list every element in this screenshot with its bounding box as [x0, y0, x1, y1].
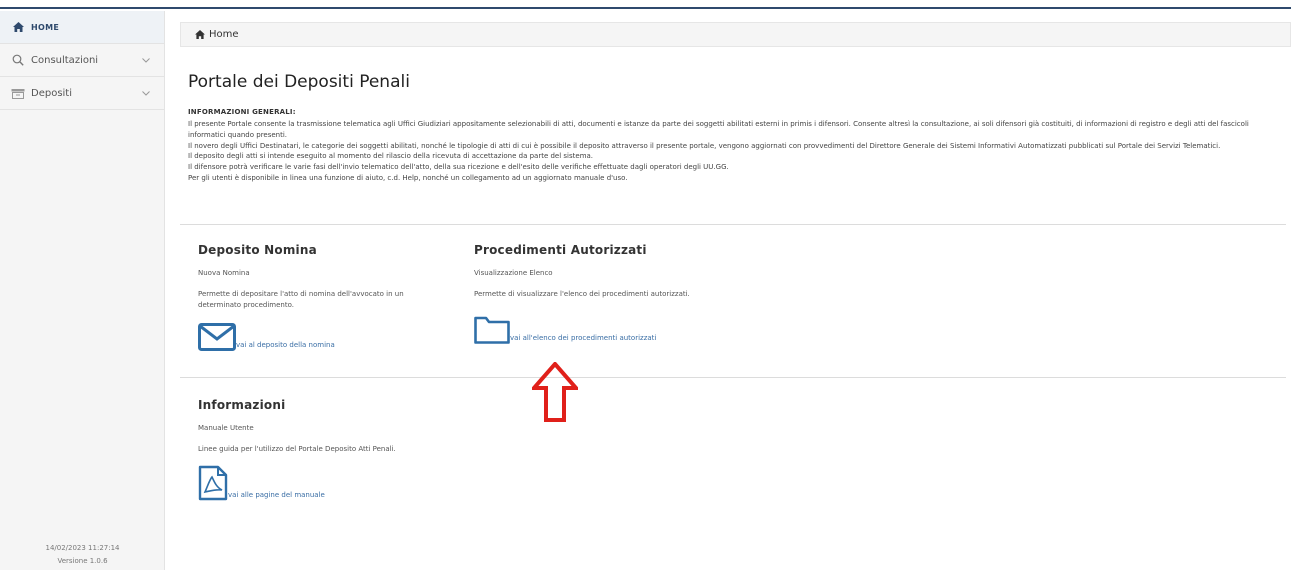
- sidebar-item-label: HOME: [31, 22, 60, 32]
- footer-version: Versione 1.0.6: [57, 557, 108, 565]
- card-description: Permette di depositare l'atto di nomina …: [198, 290, 404, 309]
- search-icon: [10, 54, 26, 66]
- card-description: Linee guida per l'utilizzo del Portale D…: [198, 445, 396, 453]
- archive-icon: [10, 88, 26, 99]
- card-subtitle: Visualizzazione Elenco: [474, 269, 553, 277]
- envelope-icon[interactable]: [198, 323, 236, 351]
- home-icon: [10, 22, 26, 32]
- folder-icon[interactable]: [474, 314, 510, 344]
- footer-timestamp: 14/02/2023 11:27:14: [45, 544, 120, 552]
- card-title: Procedimenti Autorizzati: [474, 243, 647, 257]
- card-procedimenti-autorizzati: Procedimenti Autorizzati Visualizzazione…: [474, 243, 794, 344]
- intro-paragraph: Il deposito degli atti si intende esegui…: [188, 152, 594, 161]
- card-informazioni: Informazioni Manuale Utente Linee guida …: [198, 398, 498, 501]
- sidebar-item-depositi[interactable]: Depositi: [0, 77, 164, 110]
- pdf-icon[interactable]: [198, 465, 228, 501]
- sidebar-item-home[interactable]: HOME: [0, 11, 164, 44]
- card-title: Informazioni: [198, 398, 286, 412]
- chevron-down-icon[interactable]: [140, 90, 152, 96]
- intro-paragraph: Il presente Portale consente la trasmiss…: [188, 120, 1249, 139]
- main-content: Portale dei Depositi Penali INFORMAZIONI…: [188, 72, 1288, 184]
- card-subtitle: Nuova Nomina: [198, 269, 250, 277]
- chevron-down-icon[interactable]: [140, 57, 152, 63]
- procedimenti-link[interactable]: vai all'elenco dei procedimenti autorizz…: [510, 334, 656, 342]
- sidebar: HOME Consultazioni Depositi 14/02/2023 1…: [0, 11, 165, 570]
- sidebar-item-label: Depositi: [31, 87, 73, 99]
- manuale-link-row[interactable]: vai alle pagine del manuale: [198, 465, 498, 501]
- intro-paragraph: Il difensore potrà verificare le varie f…: [188, 163, 729, 172]
- deposito-nomina-link-row[interactable]: vai al deposito della nomina: [198, 323, 448, 351]
- card-description: Permette di visualizzare l'elenco dei pr…: [474, 290, 690, 298]
- breadcrumb: Home: [180, 22, 1291, 47]
- divider: [180, 224, 1286, 225]
- manuale-link[interactable]: vai alle pagine del manuale: [228, 491, 325, 499]
- sidebar-footer: 14/02/2023 11:27:14 Versione 1.0.6: [0, 542, 165, 568]
- divider: [180, 377, 1286, 378]
- procedimenti-link-row[interactable]: vai all'elenco dei procedimenti autorizz…: [474, 314, 794, 344]
- breadcrumb-home-link[interactable]: Home: [209, 29, 239, 40]
- intro-text: Il presente Portale consente la trasmiss…: [188, 119, 1283, 184]
- card-deposito-nomina: Deposito Nomina Nuova Nomina Permette di…: [198, 243, 448, 351]
- top-border: [0, 0, 1291, 9]
- sidebar-item-label: Consultazioni: [31, 54, 99, 66]
- home-icon: [195, 30, 205, 39]
- sidebar-item-consultazioni[interactable]: Consultazioni: [0, 44, 164, 77]
- page-title: Portale dei Depositi Penali: [188, 72, 410, 92]
- intro-paragraph: Il novero degli Uffici Destinatari, le c…: [188, 141, 1221, 150]
- card-title: Deposito Nomina: [198, 243, 317, 257]
- intro-paragraph: Per gli utenti è disponibile in linea un…: [188, 173, 628, 182]
- card-subtitle: Manuale Utente: [198, 424, 254, 432]
- red-arrow-up-icon: [529, 360, 581, 426]
- deposito-nomina-link[interactable]: vai al deposito della nomina: [236, 341, 335, 349]
- info-heading: INFORMAZIONI GENERALI:: [188, 108, 296, 116]
